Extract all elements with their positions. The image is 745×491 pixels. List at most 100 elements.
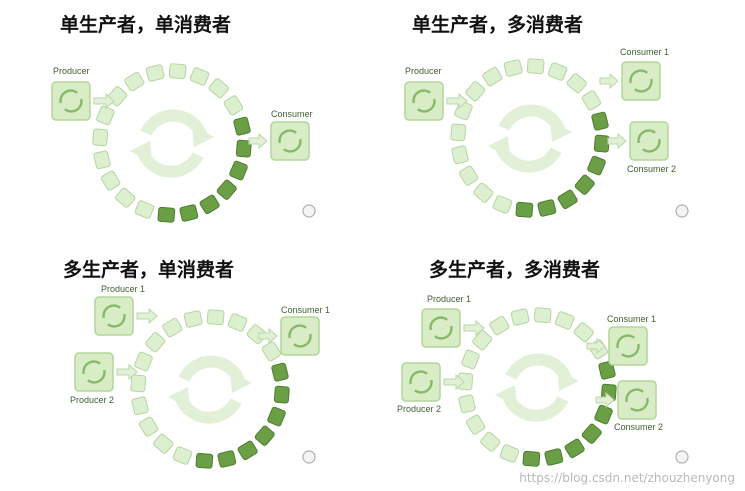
- empty-slot: [227, 313, 248, 332]
- filled-slot: [216, 179, 237, 200]
- empty-slot: [458, 165, 479, 186]
- empty-slot: [145, 332, 166, 353]
- empty-slot: [168, 63, 187, 80]
- consumer-box: [621, 61, 661, 101]
- filled-slot: [515, 201, 534, 218]
- empty-slot: [261, 341, 282, 362]
- empty-slot: [480, 431, 501, 452]
- consumer-arrow: [599, 72, 619, 90]
- producer-box: [404, 81, 444, 121]
- filled-slot: [237, 440, 258, 461]
- producer-box: [401, 362, 441, 402]
- producer-2-label: Producer 2: [397, 404, 442, 414]
- empty-slot: [465, 414, 486, 435]
- producer-box: [51, 81, 91, 121]
- producer-box: [94, 296, 134, 336]
- producer-1-label: Producer 1: [427, 294, 472, 304]
- consumer-2-label: Consumer 2: [627, 164, 677, 174]
- consumer-box: [608, 326, 648, 366]
- empty-slot: [153, 433, 174, 454]
- empty-slot: [510, 308, 530, 326]
- empty-slot: [131, 396, 149, 416]
- panel-single-producer-multi-consumer: 单生产者，多消费者 Producer Consumer 1 Consumer 2: [372, 0, 745, 245]
- empty-slot: [130, 374, 147, 393]
- producer-box: [74, 352, 114, 392]
- filled-slot: [591, 111, 609, 131]
- empty-slot: [172, 446, 193, 465]
- empty-slot: [465, 81, 486, 102]
- empty-slot: [482, 66, 503, 87]
- consumer-arrow: [248, 132, 268, 150]
- info-icon: [302, 204, 316, 218]
- panel-multi-producer-multi-consumer: 多生产者，多消费者 Producer 1 Producer 2 Consumer…: [372, 245, 745, 491]
- filled-slot: [544, 448, 564, 466]
- filled-slot: [254, 425, 275, 446]
- ring-buffer-diagram: [404, 58, 689, 218]
- producer-label: Producer: [405, 66, 442, 76]
- consumer-box: [629, 121, 669, 161]
- empty-slot: [450, 123, 467, 142]
- empty-slot: [499, 444, 520, 463]
- empty-slot: [183, 310, 203, 328]
- empty-slot: [566, 73, 587, 94]
- filled-slot: [581, 423, 602, 444]
- empty-slot: [461, 349, 480, 370]
- empty-slot: [223, 95, 244, 116]
- filled-slot: [179, 204, 199, 222]
- filled-slot: [195, 452, 214, 469]
- consumer-1-label: Consumer 1: [281, 305, 331, 315]
- empty-slot: [206, 309, 225, 326]
- filled-slot: [267, 406, 286, 427]
- filled-slot: [564, 438, 585, 459]
- empty-slot: [92, 128, 109, 147]
- producer-1-label: Producer 1: [101, 284, 146, 294]
- empty-slot: [458, 394, 476, 414]
- empty-slot: [145, 64, 165, 82]
- consumer-box: [617, 380, 657, 420]
- info-icon: [675, 204, 689, 218]
- empty-slot: [138, 416, 159, 437]
- consumer-label: Consumer: [271, 109, 313, 119]
- filled-slot: [522, 450, 541, 467]
- filled-slot: [157, 206, 176, 223]
- consumer-box: [270, 121, 310, 161]
- filled-slot: [537, 199, 557, 217]
- producer-arrow: [136, 307, 158, 325]
- producer-2-label: Producer 2: [70, 395, 115, 405]
- empty-slot: [100, 170, 121, 191]
- empty-slot: [573, 322, 594, 343]
- producer-label: Producer: [53, 66, 90, 76]
- consumer-arrow: [607, 132, 627, 150]
- consumer-box: [280, 316, 320, 356]
- empty-slot: [124, 71, 145, 92]
- consumer-1-label: Consumer 1: [607, 314, 657, 324]
- empty-slot: [208, 78, 229, 99]
- empty-slot: [503, 59, 523, 77]
- empty-slot: [547, 62, 568, 81]
- info-icon: [302, 450, 316, 464]
- filled-slot: [229, 160, 248, 181]
- empty-slot: [134, 200, 155, 219]
- empty-slot: [554, 311, 575, 330]
- consumer-1-label: Consumer 1: [620, 47, 670, 57]
- empty-slot: [473, 182, 494, 203]
- empty-slot: [451, 145, 469, 165]
- filled-slot: [271, 362, 289, 382]
- filled-slot: [593, 134, 610, 153]
- empty-slot: [526, 58, 545, 75]
- ring-buffer-diagram: [51, 63, 316, 223]
- empty-slot: [93, 150, 111, 170]
- filled-slot: [233, 116, 251, 136]
- filled-slot: [273, 385, 290, 404]
- watermark: https://blog.csdn.net/zhouzhenyong: [519, 471, 735, 485]
- panel-multi-producer-single-consumer: 多生产者，单消费者 Producer 1 Producer 2 Consumer…: [0, 245, 372, 491]
- filled-slot: [594, 404, 613, 425]
- empty-slot: [134, 351, 153, 372]
- ring-buffer-diagram: [401, 307, 689, 467]
- producer-box: [421, 308, 461, 348]
- empty-slot: [96, 105, 115, 126]
- empty-slot: [162, 317, 183, 338]
- consumer-2-label: Consumer 2: [614, 422, 664, 432]
- filled-slot: [217, 450, 237, 468]
- filled-slot: [199, 194, 220, 215]
